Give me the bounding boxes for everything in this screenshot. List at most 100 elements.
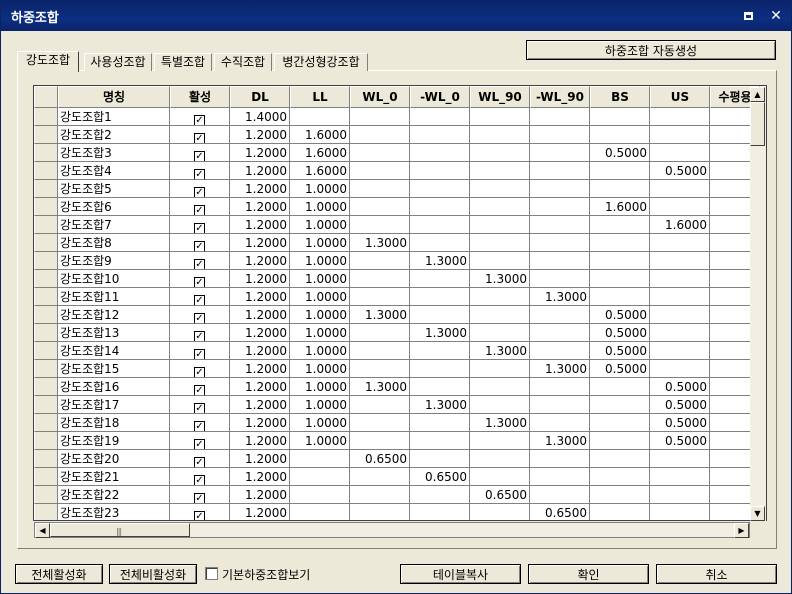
factor-cell[interactable]: 0.5000: [650, 396, 710, 414]
factor-cell[interactable]: 1.2000: [230, 504, 290, 520]
factor-cell[interactable]: 1.0000: [290, 306, 350, 324]
factor-cell[interactable]: [290, 486, 350, 504]
factor-cell[interactable]: [350, 108, 410, 126]
factor-cell[interactable]: [350, 486, 410, 504]
factor-cell[interactable]: [650, 270, 710, 288]
factor-cell[interactable]: [590, 270, 650, 288]
factor-cell[interactable]: [530, 486, 590, 504]
factor-cell[interactable]: [410, 342, 470, 360]
active-checkbox[interactable]: ✓: [194, 331, 205, 341]
factor-cell[interactable]: 1.2000: [230, 468, 290, 486]
combination-name-cell[interactable]: 강도조합15: [58, 360, 170, 378]
factor-cell[interactable]: [290, 468, 350, 486]
factor-cell[interactable]: [350, 216, 410, 234]
factor-cell[interactable]: 1.2000: [230, 378, 290, 396]
factor-cell[interactable]: 1.3000: [350, 378, 410, 396]
combination-name-cell[interactable]: 강도조합12: [58, 306, 170, 324]
factor-cell[interactable]: [350, 324, 410, 342]
factor-cell[interactable]: [530, 468, 590, 486]
factor-cell[interactable]: [290, 450, 350, 468]
factor-cell[interactable]: 1.0000: [290, 288, 350, 306]
factor-cell[interactable]: [470, 216, 530, 234]
factor-cell[interactable]: 1.2000: [230, 342, 290, 360]
factor-cell[interactable]: [650, 342, 710, 360]
factor-cell[interactable]: [470, 108, 530, 126]
factor-cell[interactable]: [590, 252, 650, 270]
factor-cell[interactable]: [410, 144, 470, 162]
factor-cell[interactable]: [650, 234, 710, 252]
row-selector[interactable]: [34, 270, 58, 288]
factor-cell[interactable]: [410, 108, 470, 126]
row-selector[interactable]: [34, 252, 58, 270]
factor-cell[interactable]: [590, 486, 650, 504]
deactivate-all-button[interactable]: 전체비활성화: [109, 564, 197, 584]
column-header[interactable]: WL_90: [470, 86, 530, 108]
active-checkbox[interactable]: ✓: [194, 277, 205, 287]
factor-cell[interactable]: [470, 450, 530, 468]
active-cell[interactable]: ✓: [170, 432, 230, 450]
active-checkbox[interactable]: ✓: [194, 421, 205, 431]
combination-name-cell[interactable]: 강도조합1: [58, 108, 170, 126]
active-cell[interactable]: ✓: [170, 324, 230, 342]
column-header[interactable]: 명칭: [58, 86, 170, 108]
factor-cell[interactable]: [410, 360, 470, 378]
factor-cell[interactable]: [590, 504, 650, 520]
vertical-scroll-thumb[interactable]: [750, 102, 765, 146]
tab-1[interactable]: 강도조합: [17, 51, 79, 72]
row-selector[interactable]: [34, 342, 58, 360]
factor-cell[interactable]: [470, 162, 530, 180]
factor-cell[interactable]: [470, 468, 530, 486]
combination-name-cell[interactable]: 강도조합10: [58, 270, 170, 288]
factor-cell[interactable]: [650, 126, 710, 144]
factor-cell[interactable]: 1.3000: [470, 414, 530, 432]
factor-cell[interactable]: [650, 144, 710, 162]
vertical-scrollbar[interactable]: ▲ ▼: [750, 87, 766, 521]
factor-cell[interactable]: [530, 216, 590, 234]
factor-cell[interactable]: 1.2000: [230, 180, 290, 198]
factor-cell[interactable]: [350, 270, 410, 288]
active-checkbox[interactable]: ✓: [194, 169, 205, 179]
factor-cell[interactable]: 1.0000: [290, 270, 350, 288]
factor-cell[interactable]: [350, 396, 410, 414]
factor-cell[interactable]: 1.6000: [290, 126, 350, 144]
factor-cell[interactable]: [650, 108, 710, 126]
active-checkbox[interactable]: ✓: [194, 223, 205, 233]
factor-cell[interactable]: [410, 270, 470, 288]
combination-name-cell[interactable]: 강도조합22: [58, 486, 170, 504]
factor-cell[interactable]: [650, 252, 710, 270]
active-cell[interactable]: ✓: [170, 180, 230, 198]
active-cell[interactable]: ✓: [170, 198, 230, 216]
active-cell[interactable]: ✓: [170, 504, 230, 520]
factor-cell[interactable]: [350, 468, 410, 486]
factor-cell[interactable]: 1.2000: [230, 396, 290, 414]
active-checkbox[interactable]: ✓: [194, 511, 205, 520]
active-cell[interactable]: ✓: [170, 288, 230, 306]
factor-cell[interactable]: [290, 504, 350, 520]
scroll-right-icon[interactable]: ▶: [734, 523, 749, 538]
factor-cell[interactable]: 0.5000: [590, 342, 650, 360]
factor-cell[interactable]: 1.3000: [470, 270, 530, 288]
factor-cell[interactable]: 1.2000: [230, 324, 290, 342]
factor-cell[interactable]: 1.2000: [230, 414, 290, 432]
factor-cell[interactable]: [410, 450, 470, 468]
auto-generate-button[interactable]: 하중조합 자동생성: [526, 40, 776, 60]
row-selector[interactable]: [34, 288, 58, 306]
factor-cell[interactable]: [530, 342, 590, 360]
active-checkbox[interactable]: ✓: [194, 403, 205, 413]
active-cell[interactable]: ✓: [170, 252, 230, 270]
horizontal-scroll-thumb[interactable]: |||: [50, 523, 190, 537]
factor-cell[interactable]: [350, 252, 410, 270]
close-icon[interactable]: ✕: [767, 7, 785, 25]
factor-cell[interactable]: [650, 486, 710, 504]
factor-cell[interactable]: [410, 198, 470, 216]
active-checkbox[interactable]: ✓: [194, 457, 205, 467]
active-checkbox[interactable]: ✓: [194, 115, 205, 125]
factor-cell[interactable]: 1.2000: [230, 162, 290, 180]
factor-cell[interactable]: 0.5000: [650, 378, 710, 396]
active-cell[interactable]: ✓: [170, 378, 230, 396]
factor-cell[interactable]: 1.2000: [230, 198, 290, 216]
factor-cell[interactable]: [350, 126, 410, 144]
factor-cell[interactable]: [470, 432, 530, 450]
tab-5[interactable]: 병간성형강조합: [274, 53, 368, 71]
factor-cell[interactable]: [590, 378, 650, 396]
